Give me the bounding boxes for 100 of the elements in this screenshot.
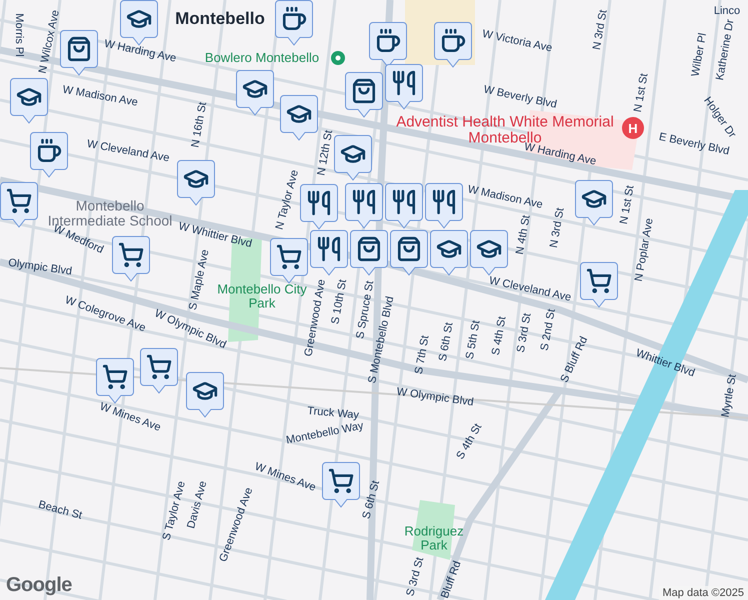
coffee-cup-icon [443, 30, 464, 51]
grocery-pin[interactable] [580, 262, 618, 308]
street-label: W Whittier Blvd [177, 221, 253, 250]
shopping-cart-icon [148, 356, 170, 378]
shopping-cart-icon [278, 246, 300, 268]
grocery-pin[interactable] [322, 462, 360, 508]
grocery-pin[interactable] [0, 182, 38, 228]
restaurant-pin[interactable] [385, 183, 423, 229]
street-label: S 7th St [414, 334, 432, 376]
shopping-cart-icon [588, 270, 610, 292]
park-label: Montebello City Park [216, 282, 307, 310]
store-pin[interactable] [345, 72, 383, 118]
google-logo: Google [6, 574, 72, 597]
school-pin[interactable] [575, 180, 613, 226]
street-label: N Wilcox Ave [38, 9, 62, 75]
coffee-cup-icon [378, 30, 399, 51]
restaurant-pin[interactable] [425, 183, 463, 229]
coffee-cup-icon [284, 8, 305, 29]
shopping-cart-icon [8, 190, 30, 212]
street-label: S 10th St [330, 278, 350, 326]
cafe-pin[interactable] [434, 22, 472, 68]
store-pin[interactable] [350, 230, 388, 276]
street-label: S 3rd St [405, 556, 427, 598]
street-label: Bluff Rd [440, 560, 464, 600]
hospital-marker[interactable]: H [622, 117, 644, 139]
shopping-bag-icon [399, 238, 419, 260]
street-label: N 16th St [190, 101, 210, 149]
street-label: S 6th St [361, 480, 383, 520]
grocery-pin[interactable] [270, 238, 308, 284]
store-pin[interactable] [390, 230, 428, 276]
street-label: W Cleveland Ave [86, 139, 170, 165]
grocery-pin[interactable] [112, 236, 150, 282]
street-label: S 2nd St [540, 308, 558, 352]
street-label: S 6th St [438, 322, 456, 362]
cafe-pin[interactable] [369, 22, 407, 68]
restaurant-pin[interactable] [300, 184, 338, 230]
store-pin[interactable] [60, 30, 98, 76]
fork-knife-icon [319, 238, 339, 260]
shopping-cart-icon [104, 366, 126, 388]
restaurant-pin[interactable] [310, 230, 348, 276]
street-label: W Cleveland Ave [488, 276, 572, 304]
school-pin[interactable] [186, 372, 224, 418]
street-label: S 3rd St [516, 312, 534, 354]
street-label: W Mines Ave [98, 402, 162, 434]
park-label: Bowlero Montebello [204, 51, 320, 65]
street-label: W Olympic Blvd [396, 386, 474, 410]
grocery-pin[interactable] [140, 348, 178, 394]
school-pin[interactable] [236, 70, 274, 116]
restaurant-pin[interactable] [385, 64, 423, 110]
fork-knife-icon [394, 191, 414, 213]
street-label: S Spruce St [355, 280, 376, 340]
street-label: Beach St [36, 500, 84, 522]
street-label: S Taylor Ave [162, 480, 188, 542]
graduation-cap-icon [185, 171, 207, 187]
school-pin[interactable] [280, 95, 318, 141]
restaurant-pin[interactable] [345, 183, 383, 229]
street-label: Myrtle St [720, 374, 740, 418]
street-label: N 3rd St [592, 9, 610, 51]
street-label: W Madison Ave [466, 184, 544, 212]
street-label: N 4th St [514, 214, 534, 256]
street-label: Katherine Dr [714, 18, 738, 82]
shopping-cart-icon [120, 244, 142, 266]
graduation-cap-icon [342, 146, 364, 162]
street-label: S Bluff Rd [559, 335, 591, 385]
fork-knife-icon [394, 72, 414, 94]
street-label: W Mines Ave [252, 462, 318, 494]
school-pin[interactable] [470, 230, 508, 276]
street-label: Olympic Blvd [7, 258, 73, 278]
street-label: Montebello Way [285, 420, 365, 448]
grocery-pin[interactable] [96, 358, 134, 404]
street-label: N Taylor Ave [274, 168, 302, 232]
school-pin[interactable] [177, 160, 215, 206]
street-label: N 3rd St [548, 207, 568, 249]
park-label: Rodriguez Park [403, 524, 465, 552]
street-label: Truck Way [306, 406, 360, 422]
street-label: S 4th St [490, 316, 510, 356]
school-pin[interactable] [430, 230, 468, 276]
street-label: W Harding Ave [523, 142, 597, 168]
street-label: N 12th St [316, 129, 336, 177]
place-marker-icon[interactable] [331, 51, 345, 65]
street-label: S 5th St [464, 320, 484, 360]
school-pin[interactable] [10, 78, 48, 124]
graduation-cap-icon [244, 81, 266, 97]
street-label: Davis Ave [186, 480, 210, 530]
street-label: N 1st St [632, 72, 652, 114]
cafe-pin[interactable] [30, 132, 68, 178]
graduation-cap-icon [583, 191, 605, 207]
cafe-pin[interactable] [275, 0, 313, 46]
street-label: W Harding Ave [103, 38, 177, 66]
street-label: W Madison Ave [61, 84, 139, 110]
graduation-cap-icon [194, 383, 216, 399]
graduation-cap-icon [478, 241, 500, 257]
street-label: Linco [714, 6, 740, 18]
fork-knife-icon [434, 191, 454, 213]
street-label: S 4th St [455, 422, 485, 462]
street-label: S Maple Ave [188, 248, 212, 312]
street-label: W Beverly Blvd [482, 84, 558, 112]
graduation-cap-icon [288, 106, 310, 122]
street-label: Wilber Pl [690, 32, 710, 78]
school-pin[interactable] [334, 135, 372, 181]
